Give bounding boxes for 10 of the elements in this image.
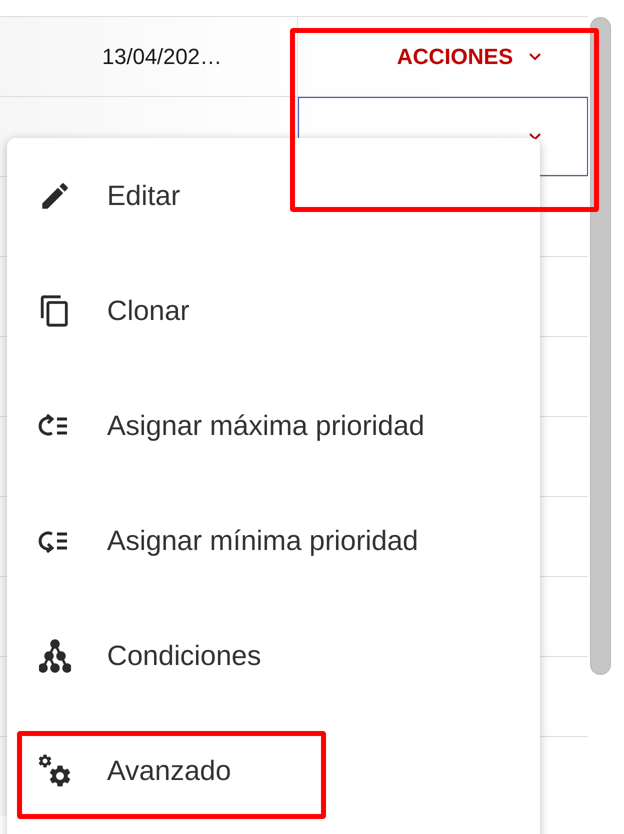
menu-item[interactable]: Asignar mínima prioridad [7, 483, 540, 598]
menu-item[interactable]: Editar [7, 138, 540, 253]
menu-item[interactable]: Clonar [7, 253, 540, 368]
tree-icon [37, 638, 73, 674]
scrollbar[interactable] [590, 17, 611, 675]
menu-item[interactable]: Asignar máxima prioridad [7, 368, 540, 483]
menu-item[interactable]: Avanzado [7, 713, 540, 828]
gears-icon [37, 752, 73, 788]
menu-item[interactable]: Condiciones [7, 598, 540, 713]
actions-dropdown[interactable]: ACCIONES [298, 17, 588, 96]
